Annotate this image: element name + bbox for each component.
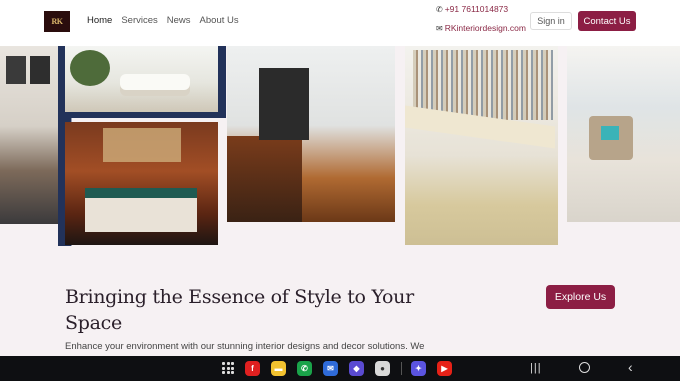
- photo-living-room-bright: [65, 46, 218, 112]
- email-line[interactable]: ✉ RKinteriordesign.com: [436, 22, 526, 35]
- flipboard-app-icon[interactable]: f: [245, 361, 260, 376]
- phone-line[interactable]: ✆ +91 7611014873: [436, 3, 526, 16]
- camera-app-icon[interactable]: ●: [375, 361, 390, 376]
- phone-icon: ✆: [436, 5, 443, 14]
- photo-staircase: [227, 46, 395, 222]
- contact-us-button[interactable]: Contact Us: [578, 11, 636, 31]
- phone-app-icon[interactable]: ✆: [297, 361, 312, 376]
- nav-services[interactable]: Services: [121, 15, 157, 26]
- photo-library-dining: [405, 46, 558, 245]
- email-icon: ✉: [436, 24, 443, 33]
- hero-collage: [0, 46, 680, 250]
- notes-app-icon[interactable]: ▬: [271, 361, 286, 376]
- site-logo[interactable]: RK: [44, 11, 70, 32]
- main-nav: Home Services News About Us: [87, 15, 239, 26]
- system-taskbar: f ▬ ✆ ✉ ◆ ● ✦ ▶ ||| ‹: [0, 356, 680, 381]
- back-icon[interactable]: ‹: [628, 359, 633, 375]
- photo-living-room-window: [567, 46, 680, 222]
- nav-home[interactable]: Home: [87, 15, 112, 26]
- messages-app-icon[interactable]: ✉: [323, 361, 338, 376]
- logo-text: RK: [51, 17, 64, 26]
- home-icon[interactable]: [579, 362, 590, 373]
- youtube-app-icon[interactable]: ▶: [437, 361, 452, 376]
- site-header: RK Home Services News About Us ✆ +91 7611…: [0, 0, 680, 46]
- assistant-app-icon[interactable]: ✦: [411, 361, 426, 376]
- signin-button[interactable]: Sign in: [530, 12, 572, 30]
- phone-number: +91 7611014873: [444, 4, 509, 14]
- photo-living-room-dark: [0, 46, 58, 224]
- email-address: RKinteriordesign.com: [444, 23, 526, 33]
- nav-about-us[interactable]: About Us: [200, 15, 239, 26]
- hero-heading: Bringing the Essence of Style to Your Sp…: [65, 286, 414, 334]
- explore-us-button[interactable]: Explore Us: [546, 285, 615, 309]
- photo-bedroom: [65, 122, 218, 245]
- contact-info: ✆ +91 7611014873 ✉ RKinteriordesign.com: [436, 3, 526, 35]
- browser-app-icon[interactable]: ◆: [349, 361, 364, 376]
- taskbar-divider: [401, 362, 402, 375]
- nav-news[interactable]: News: [167, 15, 191, 26]
- app-drawer-icon[interactable]: [222, 362, 234, 374]
- hero-subtext: Enhance your environment with our stunni…: [65, 341, 425, 352]
- recent-apps-icon[interactable]: |||: [530, 362, 542, 374]
